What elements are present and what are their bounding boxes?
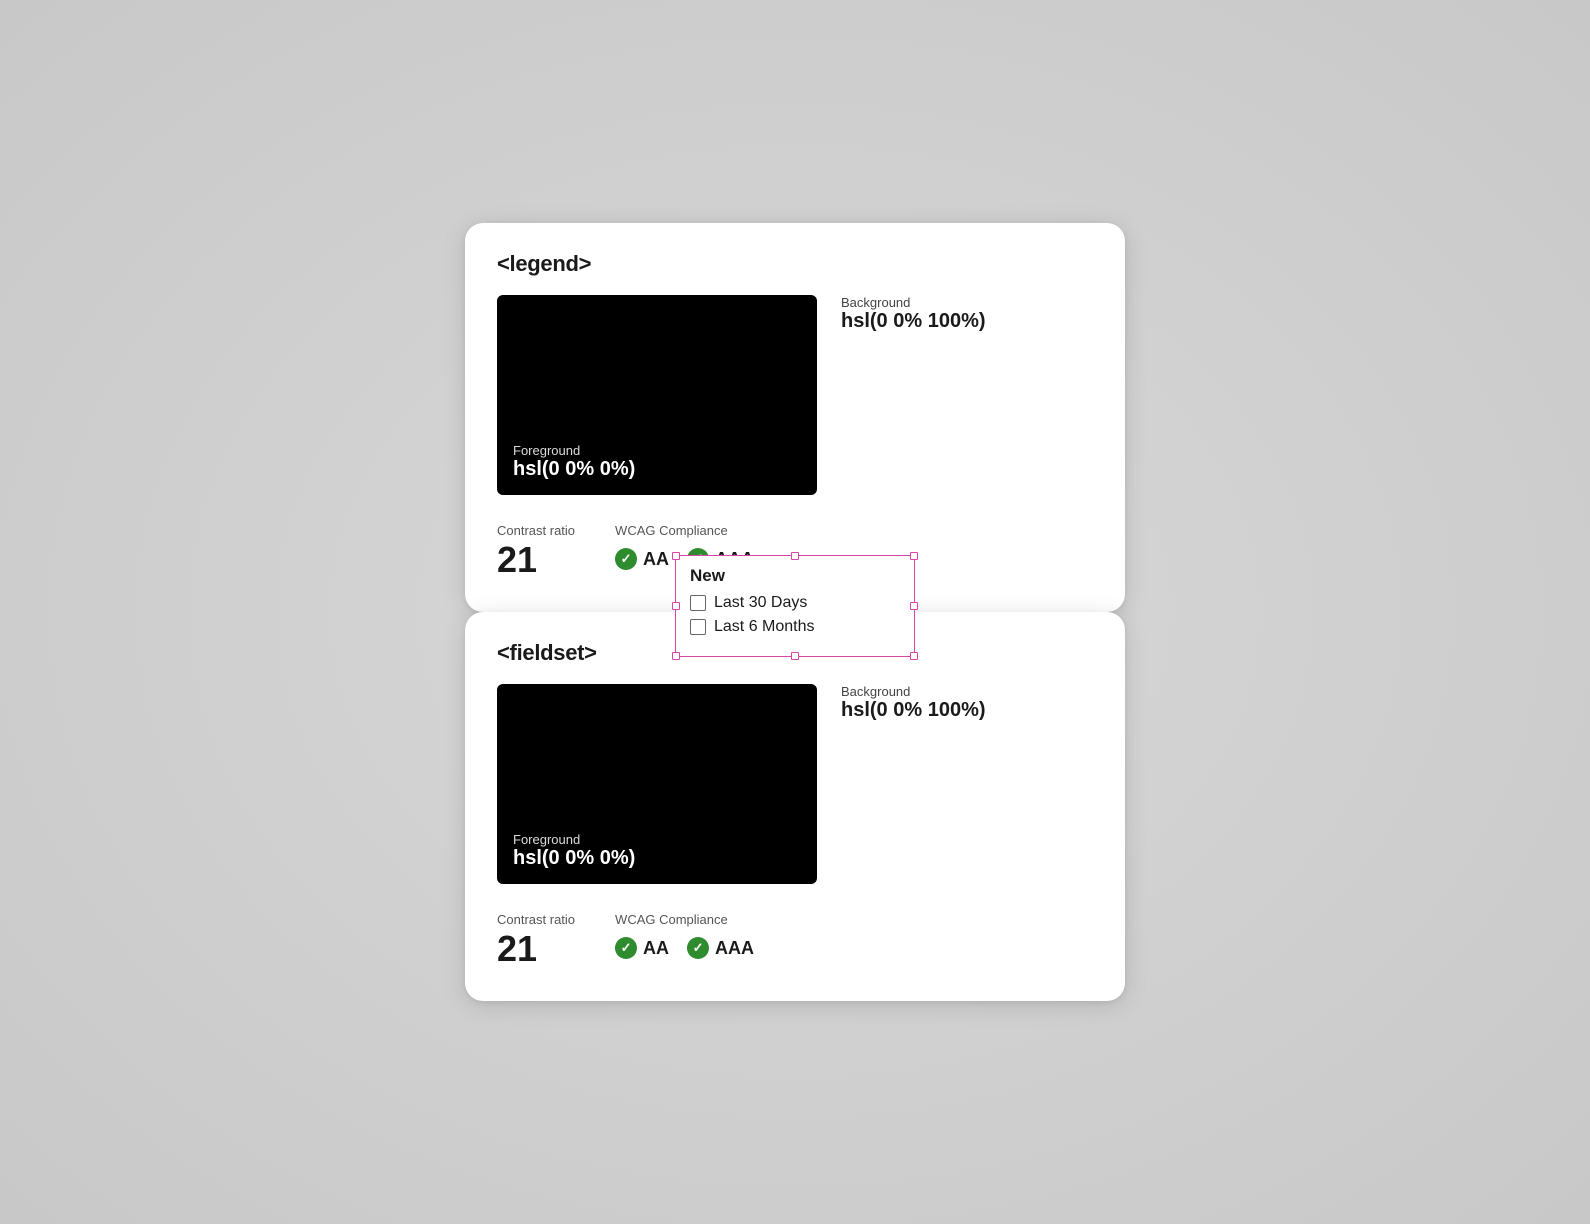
selection-title: New — [690, 566, 898, 586]
fieldset-card: <fieldset> Foreground hsl(0 0% 0%) Backg… — [465, 612, 1125, 1001]
fieldset-bg-value: hsl(0 0% 100%) — [841, 699, 986, 722]
fieldset-metrics-row: Contrast ratio 21 WCAG Compliance ✓ AA ✓… — [497, 912, 1093, 969]
legend-card-info-row: Foreground hsl(0 0% 0%) Background hsl(0… — [497, 295, 1093, 513]
handle-tr — [910, 552, 918, 560]
checkbox-last30-label: Last 30 Days — [714, 594, 807, 612]
fieldset-check-aaa-icon: ✓ — [687, 937, 709, 959]
cards-container: <legend> Foreground hsl(0 0% 0%) Backgro… — [465, 223, 1125, 1000]
legend-contrast-value: 21 — [497, 540, 575, 580]
fieldset-bg-info: Background hsl(0 0% 100%) — [841, 684, 986, 726]
handle-bc — [791, 652, 799, 660]
legend-fg-value: hsl(0 0% 0%) — [513, 458, 801, 481]
legend-check-aa-icon: ✓ — [615, 548, 637, 570]
legend-contrast-label: Contrast ratio — [497, 523, 575, 538]
fieldset-card-info-row: Foreground hsl(0 0% 0%) Background hsl(0… — [497, 684, 1093, 902]
handle-mr — [910, 602, 918, 610]
handle-tl — [672, 552, 680, 560]
fieldset-badge-aaa: ✓ AAA — [687, 937, 754, 959]
fieldset-wcag-group: WCAG Compliance ✓ AA ✓ AAA — [615, 912, 754, 959]
checkbox-last30-item[interactable]: Last 30 Days — [690, 594, 898, 612]
fieldset-wcag-badges: ✓ AA ✓ AAA — [615, 937, 754, 959]
legend-bg-label: Background — [841, 295, 986, 310]
fieldset-fg-label: Foreground — [513, 832, 801, 847]
fieldset-bg-label: Background — [841, 684, 986, 699]
checkbox-last6[interactable] — [690, 619, 706, 635]
fieldset-badge-aa: ✓ AA — [615, 937, 669, 959]
fieldset-contrast-group: Contrast ratio 21 — [497, 912, 575, 969]
fieldset-contrast-value: 21 — [497, 929, 575, 969]
handle-bl — [672, 652, 680, 660]
checkbox-last30[interactable] — [690, 595, 706, 611]
selection-box: New Last 30 Days Last 6 Months — [675, 555, 915, 657]
legend-bg-value: hsl(0 0% 100%) — [841, 310, 986, 333]
handle-br — [910, 652, 918, 660]
fieldset-color-preview: Foreground hsl(0 0% 0%) — [497, 684, 817, 884]
selection-overlay: New Last 30 Days Last 6 Months — [675, 555, 915, 657]
checkbox-last6-item[interactable]: Last 6 Months — [690, 618, 898, 636]
legend-wcag-label: WCAG Compliance — [615, 523, 754, 538]
legend-contrast-group: Contrast ratio 21 — [497, 523, 575, 580]
fieldset-fg-value: hsl(0 0% 0%) — [513, 847, 801, 870]
handle-tc — [791, 552, 799, 560]
checkbox-last6-label: Last 6 Months — [714, 618, 815, 636]
fieldset-wcag-label: WCAG Compliance — [615, 912, 754, 927]
legend-color-preview: Foreground hsl(0 0% 0%) — [497, 295, 817, 495]
handle-ml — [672, 602, 680, 610]
legend-fg-label: Foreground — [513, 443, 801, 458]
fieldset-check-aa-icon: ✓ — [615, 937, 637, 959]
fieldset-contrast-label: Contrast ratio — [497, 912, 575, 927]
legend-bg-info: Background hsl(0 0% 100%) — [841, 295, 986, 337]
legend-badge-aa: ✓ AA — [615, 548, 669, 570]
legend-card-title: <legend> — [497, 251, 1093, 277]
